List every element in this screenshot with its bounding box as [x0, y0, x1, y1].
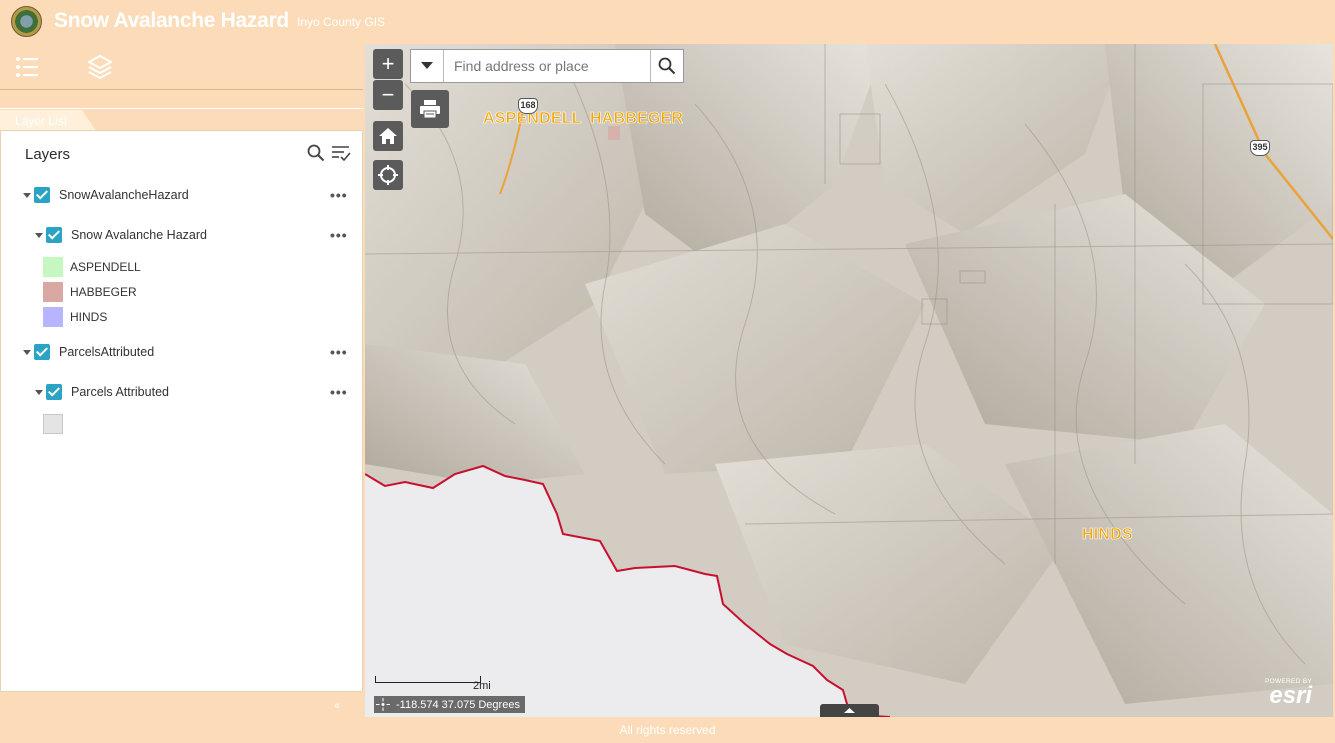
layer-label: ParcelsAttributed: [59, 345, 155, 359]
layers-icon[interactable]: [86, 54, 114, 80]
legend-swatch: [43, 307, 63, 327]
legend-swatch: [43, 257, 63, 277]
esri-logo: POWERED BY esri: [1265, 678, 1313, 709]
scale-label: 2mi: [473, 680, 491, 692]
highway-shield-168: 168: [518, 98, 538, 114]
panel-heading: Layers: [25, 146, 71, 163]
tab-layer-list[interactable]: Layer List: [0, 110, 96, 131]
layer-label: Parcels Attributed: [71, 385, 169, 399]
map-label-hinds: HINDS: [1082, 526, 1133, 544]
expand-caret-icon[interactable]: [35, 389, 43, 395]
print-button[interactable]: [411, 90, 449, 128]
home-button[interactable]: [373, 121, 403, 151]
layer-row-snow-avalanche-hazard[interactable]: Snow Avalanche Hazard: [35, 225, 207, 245]
layer-visibility-checkbox[interactable]: [46, 227, 62, 243]
collapse-panel-button[interactable]: «: [334, 700, 340, 712]
layer-list-panel: Layers SnowAvalancheHazard ••• Snow Aval…: [0, 130, 363, 692]
search-button[interactable]: [650, 50, 683, 82]
terrain-basemap: [365, 44, 1333, 717]
coordinate-text: -118.574 37.075 Degrees: [396, 698, 520, 711]
legend-swatch: [43, 414, 63, 434]
layer-row-parcels-attributed[interactable]: Parcels Attributed: [35, 382, 169, 402]
zoom-out-button[interactable]: −: [373, 80, 403, 110]
footer-text: All rights reserved: [619, 723, 716, 737]
app-subtitle: Inyo County GIS: [297, 15, 386, 29]
caret-up-icon: [844, 708, 855, 713]
layer-label: Snow Avalanche Hazard: [71, 228, 207, 242]
expand-caret-icon[interactable]: [35, 232, 43, 238]
widget-toolbar: [0, 44, 363, 90]
map-view[interactable]: + − ASPENDELL HABBEGER HINDS 168 395 2mi…: [365, 44, 1333, 717]
county-seal-logo: [11, 6, 42, 37]
layer-options-button[interactable]: •••: [330, 344, 348, 360]
layer-visibility-checkbox[interactable]: [34, 344, 50, 360]
layer-options-button[interactable]: •••: [330, 384, 348, 400]
layer-list-icon[interactable]: [14, 54, 42, 80]
highway-shield-395: 395: [1250, 140, 1270, 156]
filter-list-icon[interactable]: [331, 144, 351, 167]
scale-bar: [375, 676, 481, 683]
zoom-in-button[interactable]: +: [373, 49, 403, 79]
caret-down-icon: [421, 62, 433, 69]
legend-label: HABBEGER: [70, 285, 137, 299]
legend-item: HINDS: [43, 307, 107, 327]
layer-label: SnowAvalancheHazard: [59, 188, 189, 202]
locate-button[interactable]: [373, 160, 403, 190]
search-source-dropdown[interactable]: [411, 50, 444, 82]
legend-item: [43, 414, 70, 434]
legend-label: ASPENDELL: [70, 260, 141, 274]
layer-row-snowavalanchehazard[interactable]: SnowAvalancheHazard: [23, 185, 189, 205]
layer-visibility-checkbox[interactable]: [34, 187, 50, 203]
locate-coordinate-icon: [376, 698, 390, 711]
layer-options-button[interactable]: •••: [330, 227, 348, 243]
expand-caret-icon[interactable]: [23, 349, 31, 355]
geocoder-search: [410, 49, 684, 83]
legend-item: ASPENDELL: [43, 257, 141, 277]
coordinate-readout[interactable]: -118.574 37.075 Degrees: [374, 696, 525, 713]
search-icon: [658, 57, 676, 75]
map-label-habbeger: HABBEGER: [590, 110, 684, 128]
layer-row-parcelsattributed[interactable]: ParcelsAttributed: [23, 342, 154, 362]
printer-icon: [420, 100, 440, 119]
legend-label: HINDS: [70, 310, 108, 324]
layer-options-button[interactable]: •••: [330, 187, 348, 203]
crosshair-icon: [378, 165, 398, 185]
legend-item: HABBEGER: [43, 282, 137, 302]
attribute-table-toggle[interactable]: [820, 704, 879, 717]
search-icon[interactable]: [307, 144, 325, 167]
expand-caret-icon[interactable]: [23, 192, 31, 198]
home-icon: [379, 128, 397, 144]
layer-visibility-checkbox[interactable]: [46, 384, 62, 400]
legend-swatch: [43, 282, 63, 302]
app-title: Snow Avalanche Hazard: [54, 9, 289, 32]
search-input[interactable]: [444, 50, 650, 82]
app-header: Snow Avalanche Hazard Inyo County GIS: [0, 0, 1335, 44]
